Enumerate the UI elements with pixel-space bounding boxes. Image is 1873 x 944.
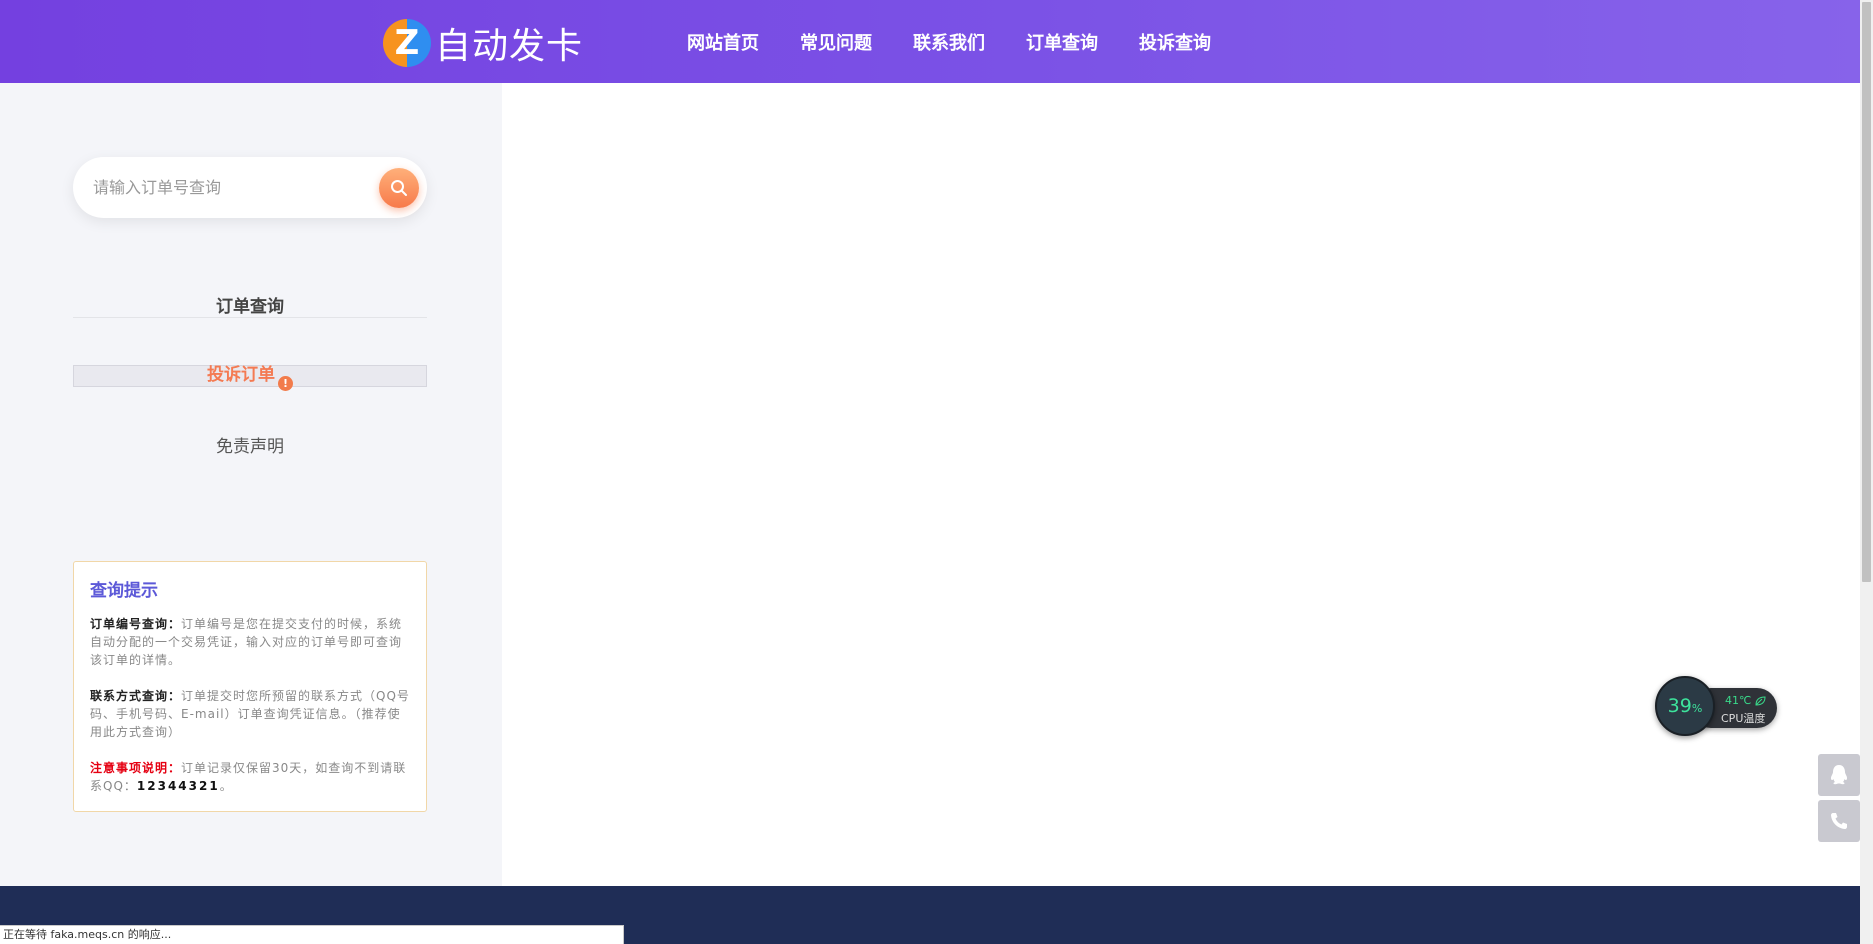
leaf-icon <box>1755 696 1766 706</box>
browser-status-bar: 正在等待 faka.meqs.cn 的响应... <box>0 925 624 944</box>
logo-text: 自动发卡 <box>435 26 584 67</box>
nav-complaint-query[interactable]: 投诉查询 <box>1139 29 1211 55</box>
cpu-temp-value: 41℃ <box>1725 694 1752 707</box>
nav-contact[interactable]: 联系我们 <box>913 29 985 55</box>
qq-icon <box>1830 765 1848 785</box>
site-header: Z 自动发卡 网站首页 常见问题 联系我们 订单查询 投诉查询 <box>0 0 1860 83</box>
cpu-usage: 39% <box>1668 695 1703 717</box>
cpu-temp: 41℃ <box>1725 694 1766 707</box>
tip-notice-label: 注意事项说明： <box>90 761 182 775</box>
nav-home[interactable]: 网站首页 <box>687 29 759 55</box>
tip-contact: 联系方式查询：订单提交时您所预留的联系方式（QQ号码、手机号码、E-mail）订… <box>90 687 410 741</box>
cpu-usage-circle: 39% <box>1655 676 1715 736</box>
phone-icon <box>1831 813 1847 829</box>
menu-disclaimer-label: 免责声明 <box>216 437 284 457</box>
tip-notice-qq: 12344321 <box>136 779 220 793</box>
logo-icon: Z <box>383 19 431 67</box>
page-scrollbar[interactable] <box>1860 0 1873 944</box>
menu-order-query[interactable]: 订单查询 <box>73 294 427 318</box>
cpu-label: CPU温度 <box>1721 712 1766 725</box>
cpu-temperature-widget[interactable]: 41℃ CPU温度 39% <box>1655 676 1777 738</box>
site-logo[interactable]: Z 自动发卡 <box>383 18 583 68</box>
phone-contact-button[interactable] <box>1818 800 1860 842</box>
menu-complaint-label: 投诉订单 <box>207 365 275 385</box>
logo-letter: Z <box>394 23 420 63</box>
menu-order-query-label: 订单查询 <box>216 297 284 317</box>
nav-faq[interactable]: 常见问题 <box>800 29 872 55</box>
sidebar: 订单查询 投诉订单! 免责声明 查询提示 订单编号查询：订单编号是您在提交支付的… <box>0 83 502 886</box>
tip-notice-end: 。 <box>219 779 233 793</box>
qq-contact-button[interactable] <box>1818 754 1860 796</box>
search-icon <box>391 180 407 196</box>
scrollbar-thumb[interactable] <box>1862 2 1871 582</box>
order-search-input[interactable] <box>93 157 353 218</box>
tips-title: 查询提示 <box>90 581 158 601</box>
search-button[interactable] <box>379 168 419 208</box>
main-nav: 网站首页 常见问题 联系我们 订单查询 投诉查询 <box>687 0 1252 83</box>
order-search-box <box>73 157 427 218</box>
tip-notice: 注意事项说明：订单记录仅保留30天，如查询不到请联系QQ：12344321。 <box>90 759 410 795</box>
menu-complaint[interactable]: 投诉订单! <box>73 365 427 391</box>
nav-order-query[interactable]: 订单查询 <box>1026 29 1098 55</box>
warning-icon: ! <box>278 376 293 391</box>
cpu-usage-unit: % <box>1691 702 1703 715</box>
tip-order-no: 订单编号查询：订单编号是您在提交支付的时候，系统自动分配的一个交易凭证，输入对应… <box>90 615 410 669</box>
cpu-usage-value: 39 <box>1667 695 1692 717</box>
tip-contact-label: 联系方式查询： <box>90 689 182 703</box>
tip-order-no-label: 订单编号查询： <box>90 617 182 631</box>
query-tips-box: 查询提示 订单编号查询：订单编号是您在提交支付的时候，系统自动分配的一个交易凭证… <box>73 561 427 812</box>
menu-disclaimer[interactable]: 免责声明 <box>73 432 427 457</box>
